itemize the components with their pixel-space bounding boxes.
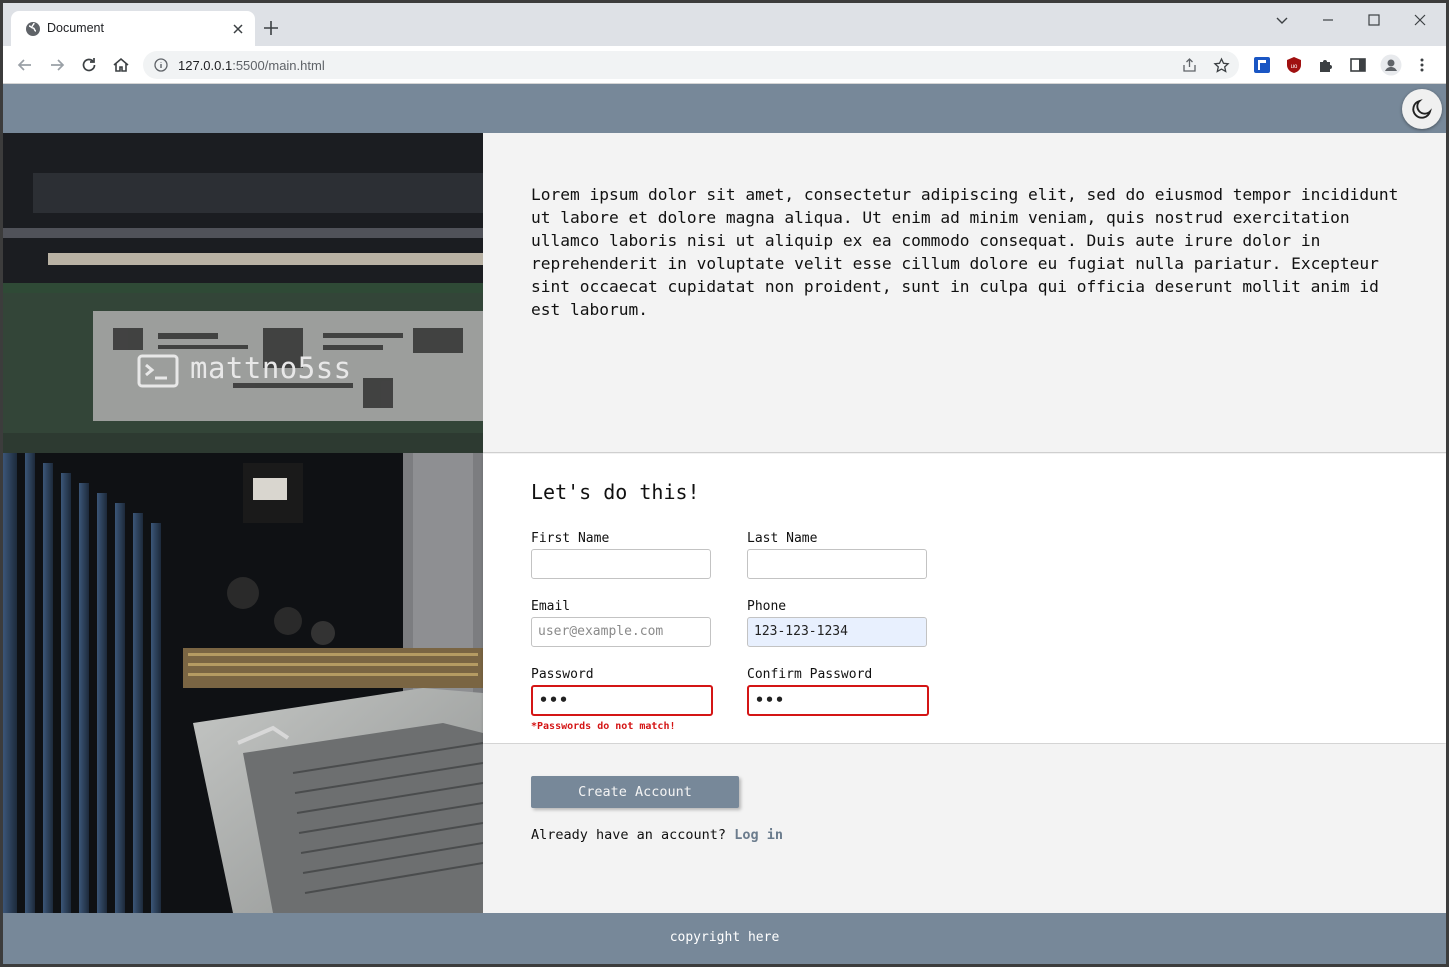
moon-icon xyxy=(1412,99,1432,119)
phone-input[interactable]: 123-123-1234 xyxy=(747,617,927,647)
login-link[interactable]: Log in xyxy=(734,827,783,843)
profile-icon[interactable] xyxy=(1380,54,1402,76)
theme-toggle-button[interactable] xyxy=(1402,89,1442,129)
info-icon[interactable] xyxy=(154,58,168,72)
plus-icon[interactable] xyxy=(261,18,281,38)
login-prompt-text: Already have an account? xyxy=(531,827,727,843)
globe-icon xyxy=(26,22,40,36)
address-bar[interactable]: 127.0.0.1:5500/main.html xyxy=(143,51,1239,79)
last-name-label: Last Name xyxy=(747,531,818,546)
create-account-button[interactable]: Create Account xyxy=(531,776,739,808)
tab-title: Document xyxy=(47,21,104,35)
intro-text: Lorem ipsum dolor sit amet, consectetur … xyxy=(531,185,1399,319)
terminal-icon xyxy=(137,354,179,388)
page-viewport: mattno5ss Lorem ipsum dolor sit amet, co… xyxy=(3,84,1446,964)
brand-name: mattno5ss xyxy=(190,351,352,385)
site-header xyxy=(3,84,1446,133)
browser-toolbar: 127.0.0.1:5500/main.html uo xyxy=(3,46,1446,84)
close-icon[interactable] xyxy=(229,20,247,38)
maximize-icon[interactable] xyxy=(1363,9,1385,31)
forward-arrow-icon[interactable] xyxy=(47,55,67,75)
confirm-password-group: Confirm Password ••• xyxy=(747,667,929,716)
password-error-message: *Passwords do not match! xyxy=(531,721,676,732)
site-footer: copyright here xyxy=(3,913,1446,964)
form-heading: Let's do this! xyxy=(531,480,700,504)
form-actions: Create Account Already have an account? … xyxy=(483,744,1446,913)
puzzle-icon[interactable] xyxy=(1317,56,1335,74)
email-group: Email user@example.com xyxy=(531,599,711,647)
email-input[interactable]: user@example.com xyxy=(531,617,711,647)
password-group: Password ••• xyxy=(531,667,713,716)
url-text[interactable]: 127.0.0.1:5500/main.html xyxy=(178,58,325,73)
svg-text:uo: uo xyxy=(1291,64,1298,70)
phone-label: Phone xyxy=(747,599,787,614)
ublock-icon[interactable]: uo xyxy=(1285,56,1303,74)
first-name-label: First Name xyxy=(531,531,610,546)
browser-tab[interactable]: Document xyxy=(11,11,255,46)
password-input[interactable]: ••• xyxy=(531,685,713,716)
star-icon[interactable] xyxy=(1213,57,1230,74)
back-arrow-icon[interactable] xyxy=(15,55,35,75)
footer-text: copyright here xyxy=(669,930,780,945)
tab-strip: Document xyxy=(3,3,1446,46)
extension-icon[interactable] xyxy=(1253,56,1271,74)
password-label: Password xyxy=(531,667,594,682)
last-name-input[interactable] xyxy=(747,549,927,579)
home-icon[interactable] xyxy=(111,55,131,75)
first-name-input[interactable] xyxy=(531,549,711,579)
url-host: 127.0.0.1 xyxy=(178,58,233,73)
signup-form: Let's do this! First Name Last Name Emai… xyxy=(483,454,1446,743)
login-prompt: Already have an account? Log in xyxy=(531,827,783,843)
browser-window: Document 127.0.0.1:5500/main.html uo mat… xyxy=(3,3,1446,964)
reload-icon[interactable] xyxy=(79,55,99,75)
confirm-password-input[interactable]: ••• xyxy=(747,685,929,716)
url-path: :5500/main.html xyxy=(232,58,325,73)
first-name-group: First Name xyxy=(531,531,711,579)
kebab-menu-icon[interactable] xyxy=(1413,56,1431,74)
hero-image: mattno5ss xyxy=(3,133,483,913)
window-close-icon[interactable] xyxy=(1409,9,1431,31)
phone-group: Phone 123-123-1234 xyxy=(747,599,927,647)
hardware-photo xyxy=(3,133,483,913)
minimize-icon[interactable] xyxy=(1317,9,1339,31)
chevron-down-icon[interactable] xyxy=(1271,9,1293,31)
intro-section: Lorem ipsum dolor sit amet, consectetur … xyxy=(483,133,1446,453)
last-name-group: Last Name xyxy=(747,531,927,579)
brand-block: mattno5ss xyxy=(3,293,483,453)
confirm-password-label: Confirm Password xyxy=(747,667,873,682)
share-icon[interactable] xyxy=(1181,57,1198,74)
sidepanel-icon[interactable] xyxy=(1349,56,1367,74)
email-label: Email xyxy=(531,599,571,614)
